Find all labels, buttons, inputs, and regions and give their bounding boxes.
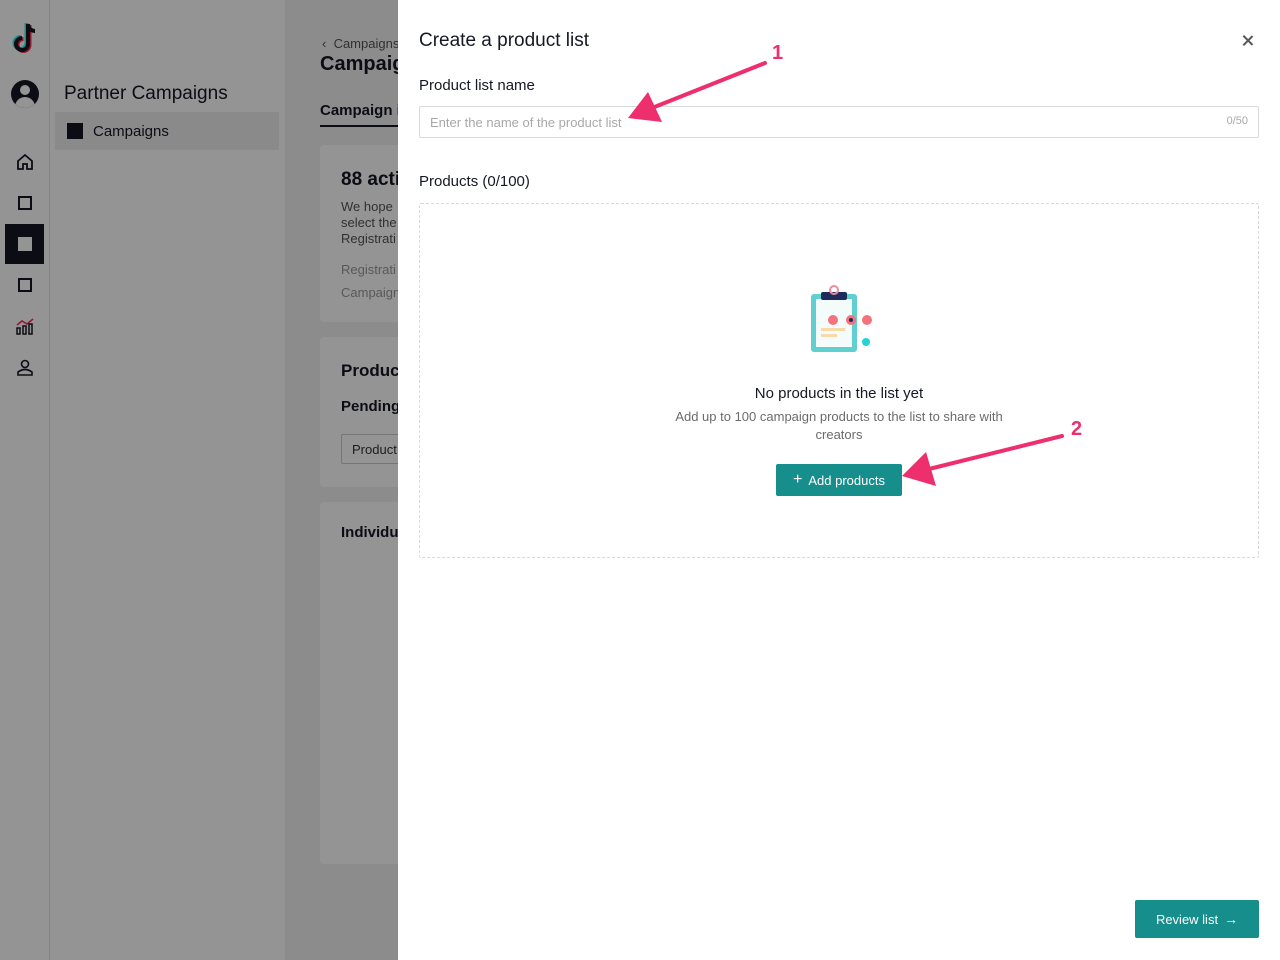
empty-state-title: No products in the list yet — [754, 385, 924, 402]
drawer-title: Create a product list — [419, 30, 590, 51]
add-products-button[interactable]: + Add products — [776, 464, 902, 496]
add-products-label: Add products — [808, 472, 885, 488]
product-list-name-label: Product list name — [419, 77, 535, 94]
empty-state-description: Add up to 100 campaign products to the l… — [675, 409, 1003, 442]
plus-icon: + — [793, 471, 803, 488]
arrow-right-icon: → — [1224, 911, 1239, 927]
products-empty-state: No products in the list yet Add up to 10… — [419, 203, 1259, 558]
annotation-number: 1 — [772, 42, 784, 64]
create-product-list-drawer: Create a product list Product list name … — [398, 0, 1280, 960]
character-counter: 0/50 — [1226, 115, 1248, 127]
annotation-number: 2 — [1071, 418, 1083, 440]
clipboard-illustration-icon — [811, 285, 872, 352]
review-list-label: Review list — [1155, 911, 1219, 927]
close-icon[interactable] — [1240, 33, 1256, 49]
products-label: Products (0/100) — [419, 173, 530, 190]
product-list-name-field: 0/50 — [419, 106, 1259, 138]
product-list-name-input[interactable] — [420, 107, 1220, 137]
review-list-button[interactable]: Review list → — [1135, 900, 1259, 938]
